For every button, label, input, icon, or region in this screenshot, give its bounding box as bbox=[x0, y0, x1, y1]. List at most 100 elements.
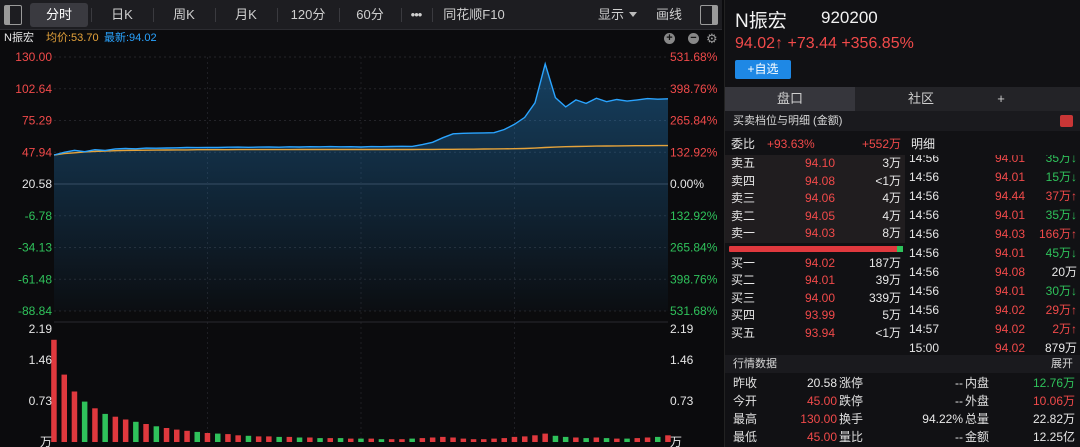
tab-60min[interactable]: 60分 bbox=[342, 3, 398, 27]
volume-bar bbox=[255, 436, 262, 442]
volume-bar bbox=[133, 421, 139, 442]
volume-bar bbox=[204, 433, 211, 442]
trade-volume: 166万↑ bbox=[1038, 227, 1077, 241]
ask-row: 卖一 94.03 8万 bbox=[725, 225, 905, 243]
tab-120min[interactable]: 120分 bbox=[280, 3, 336, 27]
tab-weekly-k[interactable]: 周K bbox=[156, 3, 212, 27]
ask-row: 卖四 94.08 <1万 bbox=[725, 172, 905, 190]
volume-bar bbox=[440, 436, 446, 442]
panel-toggle-icon[interactable] bbox=[700, 5, 718, 25]
display-dropdown-label: 显示 bbox=[598, 7, 625, 22]
trade-price: 94.01 bbox=[994, 284, 1025, 298]
intraday-chart-svg: 130.00 102.64 75.29 47.94 20.58 -6.78 -34.13 -6… bbox=[15, 50, 718, 447]
tab-divider bbox=[153, 8, 154, 22]
ask-label: 卖三 bbox=[731, 191, 756, 205]
bid-label: 买一 bbox=[731, 255, 756, 270]
detail-toggle-icon[interactable] bbox=[1060, 115, 1073, 127]
bid-price: 93.99 bbox=[804, 308, 835, 322]
weibi-pct: +93.63% bbox=[767, 137, 815, 151]
volume-bar bbox=[51, 339, 57, 442]
tab-pankou[interactable]: 盘口 bbox=[725, 87, 855, 111]
stat-value: 12.25亿 bbox=[1032, 430, 1075, 444]
volume-bar bbox=[450, 437, 456, 442]
expand-button[interactable]: 展开 bbox=[1051, 355, 1073, 373]
add-watchlist-button[interactable]: +自选 bbox=[735, 60, 791, 79]
trade-row: 14:56 94.01 35万↓ bbox=[907, 155, 1080, 168]
volume-bar bbox=[583, 438, 589, 442]
add-tab-icon[interactable]: + bbox=[989, 87, 1013, 111]
volume-bar bbox=[501, 438, 507, 442]
trade-price: 94.02 bbox=[994, 303, 1025, 317]
bid-volume: 5万 bbox=[882, 308, 901, 322]
volume-bar bbox=[460, 438, 467, 442]
trade-time: 14:56 bbox=[909, 170, 940, 184]
tab-monthly-k[interactable]: 月K bbox=[218, 3, 274, 27]
bid-row: 买五 93.94 <1万 bbox=[725, 325, 905, 343]
info-latest-price: 最新:94.02 bbox=[104, 32, 157, 44]
volume-bar bbox=[266, 436, 272, 442]
tab-divider bbox=[277, 8, 278, 22]
volume-bar bbox=[92, 408, 98, 442]
draw-line-button[interactable]: 画线 bbox=[656, 3, 682, 27]
stat-key: 内盘 bbox=[965, 376, 990, 390]
stat-value: 45.00 bbox=[806, 430, 837, 444]
volume-bar bbox=[522, 436, 528, 442]
volume-bar bbox=[245, 435, 252, 442]
stat-key: 今开 bbox=[733, 394, 758, 408]
display-dropdown[interactable]: 显示 bbox=[598, 3, 638, 27]
sidebar-toggle-icon[interactable] bbox=[4, 5, 22, 25]
bid-volume: 187万 bbox=[868, 255, 901, 270]
trade-row: 15:00 94.02 879万 bbox=[907, 339, 1080, 355]
ask-label: 卖一 bbox=[731, 226, 756, 240]
ask-price: 94.08 bbox=[804, 173, 835, 188]
ask-volume: 4万 bbox=[882, 208, 901, 223]
bid-row: 买一 94.02 187万 bbox=[725, 255, 905, 273]
trade-volume: 15万↓ bbox=[1045, 170, 1077, 184]
trade-price: 94.02 bbox=[994, 322, 1025, 336]
bid-price: 94.00 bbox=[804, 290, 835, 305]
price-axis-right-label: 398.76% bbox=[670, 82, 718, 96]
stat-key: 跌停 bbox=[839, 394, 864, 408]
stock-name: N振宏 bbox=[735, 11, 787, 32]
price-axis-right-label: 531.68% bbox=[670, 50, 718, 64]
volume-bar bbox=[409, 438, 415, 442]
trade-volume: 879万 bbox=[1044, 341, 1077, 355]
trade-time: 14:56 bbox=[909, 155, 940, 165]
weibi-diff: +552万 bbox=[861, 137, 901, 151]
trade-detail-list[interactable]: 14:56 94.01 35万↓ 14:56 94.01 15万↓ 14:56 94.44 37… bbox=[907, 155, 1080, 355]
volume-bar bbox=[225, 434, 231, 442]
bid-price: 93.94 bbox=[804, 325, 835, 340]
stock-code: 920200 bbox=[821, 8, 878, 27]
tab-divider bbox=[432, 8, 433, 22]
price-axis-left-label: -6.78 bbox=[25, 209, 53, 223]
price-axis-left-label: -88.84 bbox=[18, 304, 52, 318]
more-periods-icon[interactable]: ••• bbox=[403, 3, 429, 27]
volume-bar bbox=[399, 439, 405, 442]
stat-key: 昨收 bbox=[733, 376, 758, 390]
stat-key: 换手 bbox=[839, 412, 864, 426]
ask-row: 卖二 94.05 4万 bbox=[725, 207, 905, 225]
trade-price: 94.01 bbox=[994, 170, 1025, 184]
trade-price: 94.01 bbox=[994, 155, 1025, 165]
quote-data-header: 行情数据 展开 bbox=[725, 355, 1080, 373]
bid-row: 买三 94.00 339万 bbox=[725, 290, 905, 308]
zoom-in-icon[interactable]: + bbox=[664, 33, 675, 44]
stat-key: 金额 bbox=[965, 430, 990, 444]
trade-row: 14:56 94.08 20万 bbox=[907, 263, 1080, 282]
stat-key: 量比 bbox=[839, 430, 864, 444]
trade-volume: 2万↑ bbox=[1052, 322, 1077, 336]
quote-stats-row: 最低 45.00 量比 -- 金额 12.25亿 bbox=[725, 428, 1080, 446]
volume-bar bbox=[542, 433, 548, 442]
tab-fenshi[interactable]: 分时 bbox=[30, 3, 88, 27]
tab-shequ[interactable]: 社区 bbox=[856, 87, 986, 111]
ask-price: 94.05 bbox=[804, 208, 835, 223]
ask-volume: 8万 bbox=[882, 226, 901, 240]
zoom-out-icon[interactable]: − bbox=[688, 33, 699, 44]
volume-bar bbox=[644, 437, 651, 442]
settings-icon[interactable]: ⚙ bbox=[706, 32, 718, 45]
volume-bar bbox=[71, 391, 78, 442]
f10-button[interactable]: 同花顺F10 bbox=[436, 3, 512, 27]
ask-price: 94.06 bbox=[804, 191, 835, 205]
tab-daily-k[interactable]: 日K bbox=[94, 3, 150, 27]
volume-bar bbox=[276, 436, 282, 442]
